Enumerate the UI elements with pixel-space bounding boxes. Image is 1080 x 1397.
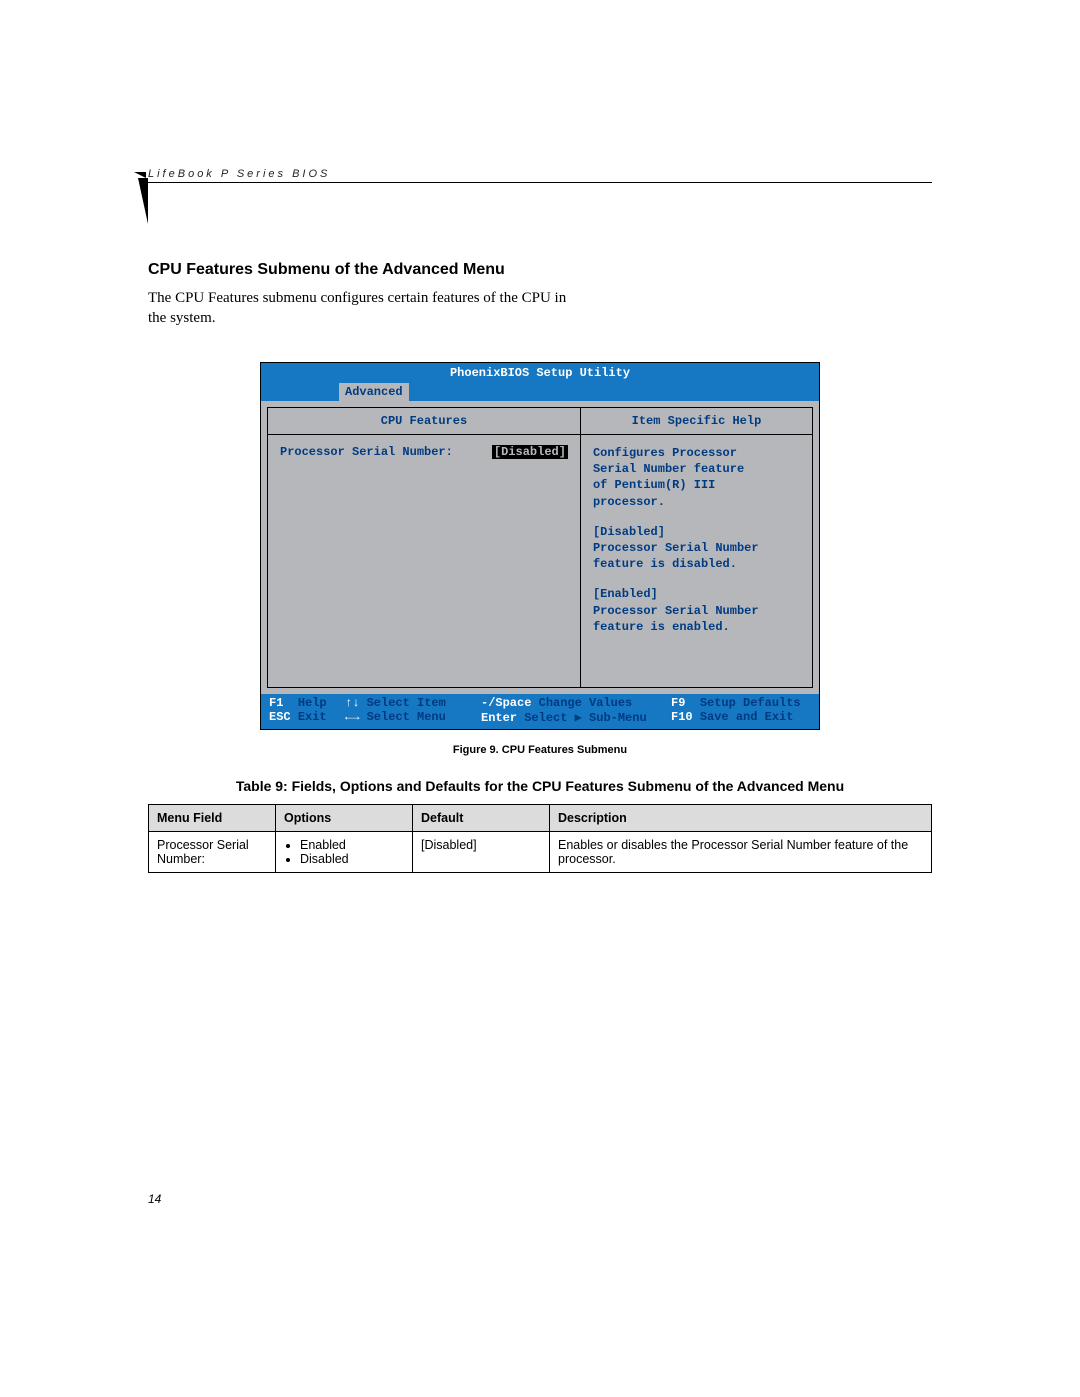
th-menu: Menu Field	[149, 805, 276, 832]
help-line: Serial Number feature	[593, 461, 800, 477]
bios-field-label: Processor Serial Number:	[280, 445, 453, 459]
running-head-text: LifeBook P Series BIOS	[148, 168, 330, 180]
foot-key: -/Space	[481, 696, 531, 710]
header-wedge2-icon	[138, 178, 148, 224]
help-line: feature is disabled.	[593, 556, 800, 572]
running-head: LifeBook P Series BIOS	[148, 168, 932, 183]
help-line: feature is enabled.	[593, 619, 800, 635]
foot-text: Change Values	[539, 696, 633, 710]
foot-text: Select Menu	[367, 710, 446, 724]
bios-tab-advanced[interactable]: Advanced	[339, 383, 409, 401]
table-title: Table 9: Fields, Options and Defaults fo…	[148, 778, 932, 794]
bios-left-title: CPU Features	[268, 408, 580, 435]
foot-text: Select Item	[367, 696, 446, 710]
cell-description: Enables or disables the Processor Serial…	[550, 832, 932, 873]
help-line: Processor Serial Number	[593, 540, 800, 556]
foot-key: F9	[671, 696, 685, 710]
help-enabled-title: [Enabled]	[593, 586, 800, 602]
bios-title: PhoenixBIOS Setup Utility	[261, 363, 819, 383]
foot-text: Setup Defaults	[700, 696, 801, 710]
field-table: Menu Field Options Default Description P…	[148, 804, 932, 873]
foot-text: Select ▶ Sub-Menu	[524, 711, 646, 725]
help-line: Configures Processor	[593, 445, 800, 461]
bios-right-title: Item Specific Help	[581, 408, 812, 435]
foot-text: Save and Exit	[700, 710, 794, 724]
cell-options: Enabled Disabled	[276, 832, 413, 873]
cell-default: [Disabled]	[413, 832, 550, 873]
figure-caption: Figure 9. CPU Features Submenu	[148, 744, 932, 756]
help-line: processor.	[593, 494, 800, 510]
foot-key: ←→	[345, 710, 359, 724]
th-options: Options	[276, 805, 413, 832]
bios-footer: F1 Help ↑↓ Select Item -/Space Change Va…	[261, 694, 819, 729]
page-number: 14	[148, 1192, 161, 1206]
help-line: Processor Serial Number	[593, 603, 800, 619]
foot-key: F1	[269, 696, 283, 710]
section-body: The CPU Features submenu configures cert…	[148, 289, 578, 328]
th-default: Default	[413, 805, 550, 832]
help-line: of Pentium(R) III	[593, 477, 800, 493]
bios-screenshot: PhoenixBIOS Setup Utility Advanced CPU F…	[260, 362, 820, 730]
table-row: Processor Serial Number: Enabled Disable…	[149, 832, 932, 873]
bios-left-panel: CPU Features Processor Serial Number: [D…	[267, 407, 581, 688]
help-disabled-title: [Disabled]	[593, 524, 800, 540]
foot-key: F10	[671, 710, 693, 724]
th-description: Description	[550, 805, 932, 832]
opt-item: Disabled	[300, 852, 404, 866]
section-title: CPU Features Submenu of the Advanced Men…	[148, 261, 932, 279]
opt-item: Enabled	[300, 838, 404, 852]
foot-text: Help	[298, 696, 327, 710]
bios-help-panel: Item Specific Help Configures Processor …	[581, 407, 813, 688]
foot-key: ↑↓	[345, 696, 359, 710]
foot-key: Enter	[481, 711, 517, 725]
bios-tab-bar: Advanced	[261, 383, 819, 401]
bios-field-value[interactable]: [Disabled]	[492, 445, 568, 459]
cell-menu: Processor Serial Number:	[149, 832, 276, 873]
foot-text: Exit	[298, 710, 327, 724]
foot-key: ESC	[269, 710, 291, 724]
